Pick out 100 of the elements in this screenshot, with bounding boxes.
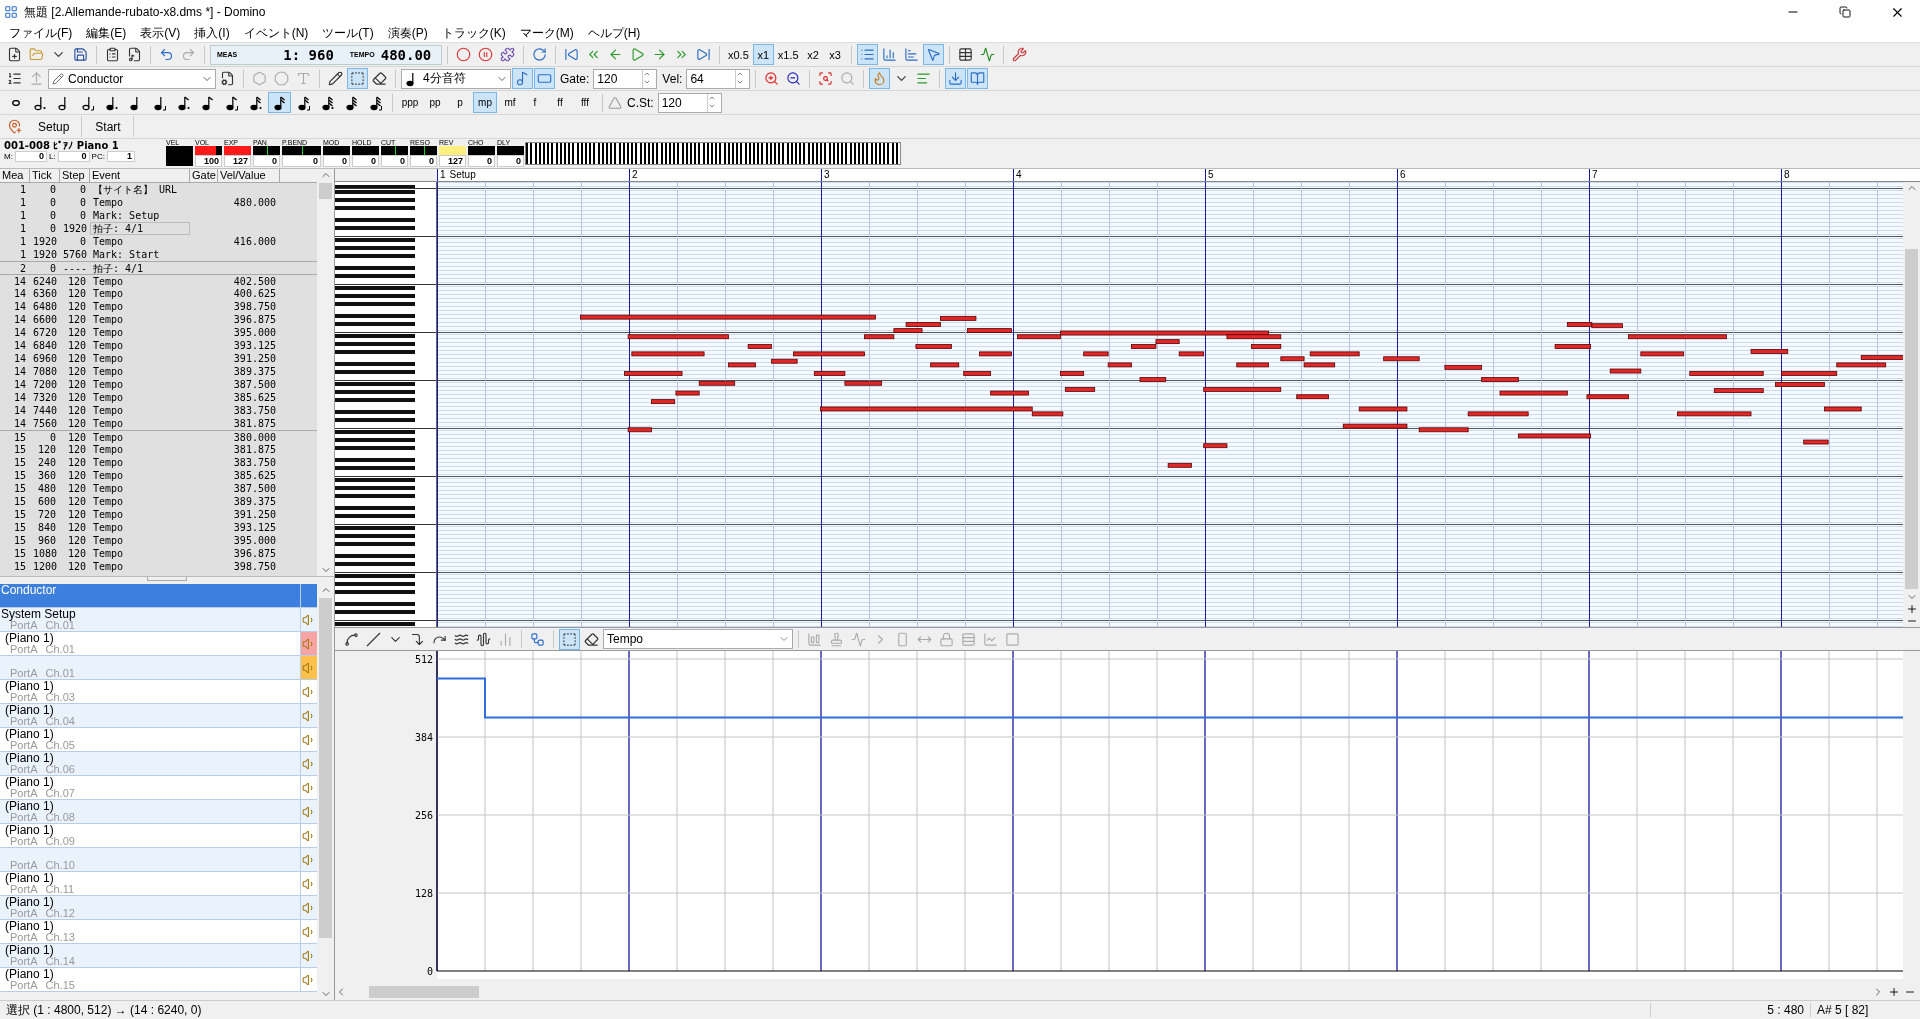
table-cell-text: 389.375 — [232, 495, 277, 508]
menu-item[interactable]: 表示(V) — [133, 23, 188, 43]
table-cell-text: Tempo — [92, 482, 125, 495]
table-cell-text: 0 — [48, 431, 57, 444]
menu-item[interactable]: トラック(K) — [434, 23, 513, 43]
menu-item[interactable]: マーク(M) — [512, 23, 581, 43]
column-header[interactable]: Step — [60, 169, 90, 182]
menu-item[interactable]: 演奏(P) — [380, 23, 435, 43]
column-header[interactable]: Vel/Value — [218, 169, 280, 182]
table-cell-text: 120 — [66, 495, 87, 508]
track-row[interactable]: (Piano 1) PortA Ch.01 — [0, 632, 317, 656]
dynamics-button[interactable]: pp — [423, 92, 447, 113]
track-row[interactable]: (Piano 1) PortA Ch.15 — [0, 968, 317, 992]
table-cell-text: 396.875 — [232, 547, 277, 560]
controller-value: 127 — [224, 155, 251, 167]
c-st-label: C.St: — [627, 95, 654, 110]
gate-field[interactable]: 120 — [593, 68, 658, 89]
track-row[interactable]: (Piano 1) PortA Ch.04 — [0, 704, 317, 728]
table-cell-text: 2 — [18, 262, 27, 275]
table-cell-text: 480 — [36, 482, 57, 495]
window-title: 無題 [2.Allemande-rubato-x8.dms *] - Domino — [24, 3, 267, 21]
table-cell-text: 385.625 — [232, 391, 277, 404]
table-cell-text: 120 — [66, 534, 87, 547]
menu-item[interactable]: 挿入(I) — [187, 23, 237, 43]
dynamics-button[interactable]: mf — [498, 92, 522, 113]
measure-number: 8 — [1784, 169, 1790, 181]
track-row[interactable]: (Piano 1) PortA Ch.13 — [0, 920, 317, 944]
track-row[interactable]: Conductor — [0, 584, 317, 608]
table-cell-text: 15 — [12, 534, 27, 547]
column-header[interactable]: Event — [90, 169, 190, 182]
note-length-dropdown[interactable]: 4分音符 — [401, 68, 511, 89]
menu-item[interactable]: イベント(N) — [236, 23, 316, 43]
table-cell-text: Tempo — [92, 508, 125, 521]
table-cell-text: 拍子: 4/1 — [92, 262, 145, 275]
column-header[interactable]: Tick — [30, 169, 60, 182]
table-cell-text: Mark: Setup — [92, 209, 161, 222]
controller-type-dropdown[interactable]: Tempo — [603, 629, 793, 649]
dynamics-button[interactable]: p — [448, 92, 472, 113]
table-cell-text: 1200 — [32, 560, 59, 573]
track-row[interactable]: (Piano 1) PortA Ch.06 — [0, 752, 317, 776]
velocity-field[interactable]: 64 — [686, 68, 751, 89]
dynamics-button[interactable]: ff — [548, 92, 572, 113]
speed-button[interactable]: x1.5 — [774, 44, 802, 65]
velocity-label: Vel: — [662, 71, 683, 86]
menu-item[interactable]: 編集(E) — [79, 23, 134, 43]
dynamics-button[interactable]: ppp — [398, 92, 422, 113]
track-row[interactable]: (Piano 1) PortA Ch.11 — [0, 872, 317, 896]
track-row[interactable]: (Piano 1) PortA Ch.09 — [0, 824, 317, 848]
table-cell-text: Tempo — [92, 560, 125, 573]
table-cell-text: 402.500 — [232, 275, 277, 288]
menu-item[interactable]: ファイル(F) — [2, 23, 80, 43]
table-cell-text: 120 — [66, 417, 87, 430]
table-cell-text: 14 — [12, 287, 27, 300]
column-header[interactable]: Gate — [190, 169, 218, 182]
table-cell-text: 14 — [12, 313, 27, 326]
menu-item[interactable]: ヘルプ(H) — [580, 23, 648, 43]
speed-button[interactable]: x1 — [752, 44, 774, 65]
track-row[interactable]: (Piano 1) PortA Ch.12 — [0, 896, 317, 920]
track-port: PortA — [10, 740, 38, 751]
track-row[interactable]: System Setup PortA Ch.01 — [0, 608, 317, 632]
table-cell-text: Tempo — [92, 352, 125, 365]
track-name: (Piano 1) — [4, 920, 55, 932]
speed-button[interactable]: x2 — [802, 44, 824, 65]
track-channel: Ch.06 — [45, 764, 75, 775]
table-cell-text: 0 — [48, 262, 57, 275]
c-st-field[interactable]: 120 — [657, 92, 722, 113]
table-cell-text: Mark: Start — [92, 248, 161, 261]
dynamics-button[interactable]: mp — [473, 92, 497, 113]
track-port: PortA — [10, 812, 38, 823]
track-row[interactable]: (Piano 1) PortA Ch.03 — [0, 680, 317, 704]
track-row[interactable]: (Piano 1) PortA Ch.14 — [0, 944, 317, 968]
controller-value: 0 — [323, 155, 350, 167]
track-name: System Setup — [0, 608, 77, 620]
dynamics-button[interactable]: f — [523, 92, 547, 113]
marker-button[interactable]: Setup — [26, 116, 83, 137]
track-name: (Piano 1) — [4, 680, 55, 692]
table-cell-text: 383.750 — [232, 456, 277, 469]
menu-item[interactable]: ツール(T) — [315, 23, 381, 43]
table-cell-text: 120 — [66, 560, 87, 573]
track-port: PortA — [10, 836, 38, 847]
table-cell-text: ---- — [62, 262, 89, 275]
measure-number: 5 — [1208, 169, 1214, 181]
track-row[interactable]: (Piano 1) PortA Ch.05 — [0, 728, 317, 752]
speed-button[interactable]: x3 — [824, 44, 846, 65]
track-dropdown[interactable]: Conductor — [48, 68, 216, 89]
measure-number: 7 — [1592, 169, 1598, 181]
table-cell-text: 7560 — [32, 417, 59, 430]
table-cell-text: Tempo — [92, 417, 125, 430]
table-cell-text: 120 — [66, 378, 87, 391]
track-row[interactable]: (Piano 1) PortA Ch.07 — [0, 776, 317, 800]
axis-tick-label: 512 — [414, 654, 433, 665]
axis-tick-label: 384 — [414, 732, 433, 743]
position-status: 5 : 480 — [1650, 1003, 1810, 1017]
column-header[interactable]: Mea — [0, 169, 30, 182]
track-row[interactable]: (Piano 1) PortA Ch.08 — [0, 800, 317, 824]
speed-button[interactable]: x0.5 — [725, 44, 752, 65]
marker-button[interactable]: Start — [83, 116, 134, 137]
controller-value: 0 — [253, 155, 280, 167]
dynamics-button[interactable]: fff — [573, 92, 597, 113]
table-cell-text: 120 — [66, 326, 87, 339]
